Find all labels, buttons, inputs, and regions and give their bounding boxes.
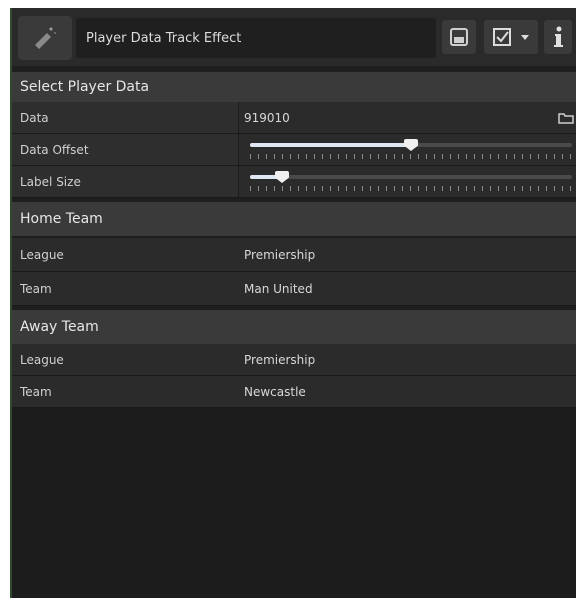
section-title: Select Player Data: [20, 79, 150, 95]
info-icon: [554, 26, 563, 47]
section-select-player-data[interactable]: Select Player Data: [12, 72, 576, 102]
home-team-value[interactable]: Man United: [244, 272, 313, 305]
data-offset-row: Data Offset: [12, 134, 576, 166]
save-icon: [450, 28, 468, 46]
section-title: Away Team: [20, 319, 99, 335]
enable-toggle[interactable]: [484, 20, 538, 54]
slider-track: [250, 175, 572, 179]
section-home-team[interactable]: Home Team: [12, 202, 576, 236]
empty-area: [12, 408, 576, 598]
data-offset-label: Data Offset: [20, 142, 89, 157]
info-button[interactable]: [544, 20, 572, 54]
dropdown-caret-icon: [521, 35, 529, 40]
away-league-value[interactable]: Premiership: [244, 344, 315, 375]
effect-title: Player Data Track Effect: [86, 30, 242, 46]
slider-thumb[interactable]: [275, 171, 289, 183]
save-button[interactable]: [442, 20, 476, 54]
slider-fill: [250, 143, 411, 147]
slider-ticks: [250, 154, 572, 159]
slider-thumb[interactable]: [404, 139, 418, 151]
label-size-row: Label Size: [12, 166, 576, 198]
panel-header: Player Data Track Effect: [12, 8, 576, 66]
label-size-label: Label Size: [20, 174, 81, 189]
label-size-slider[interactable]: [250, 171, 572, 194]
effect-icon-button[interactable]: [18, 16, 72, 60]
away-team-label: Team: [20, 384, 52, 399]
slider-ticks: [250, 186, 572, 191]
effect-icon: [35, 27, 56, 49]
away-team-row[interactable]: Team Newcastle: [12, 376, 576, 408]
home-team-row[interactable]: Team Man United: [12, 272, 576, 306]
section-title: Home Team: [20, 211, 103, 227]
data-row: Data 919010: [12, 102, 576, 134]
data-offset-slider[interactable]: [250, 139, 572, 162]
checkbox-icon: [493, 28, 511, 46]
folder-icon[interactable]: [558, 112, 574, 124]
home-league-value[interactable]: Premiership: [244, 238, 315, 271]
effect-panel: Player Data Track Effect Select Player D…: [10, 8, 576, 598]
data-label: Data: [20, 110, 49, 125]
home-league-row[interactable]: League Premiership: [12, 238, 576, 272]
data-value[interactable]: 919010: [244, 102, 290, 133]
away-league-row[interactable]: League Premiership: [12, 344, 576, 376]
away-league-label: League: [20, 352, 64, 367]
away-team-value[interactable]: Newcastle: [244, 376, 306, 407]
section-away-team[interactable]: Away Team: [12, 310, 576, 344]
effect-title-field[interactable]: Player Data Track Effect: [76, 18, 436, 58]
home-team-label: Team: [20, 281, 52, 296]
home-league-label: League: [20, 247, 64, 262]
